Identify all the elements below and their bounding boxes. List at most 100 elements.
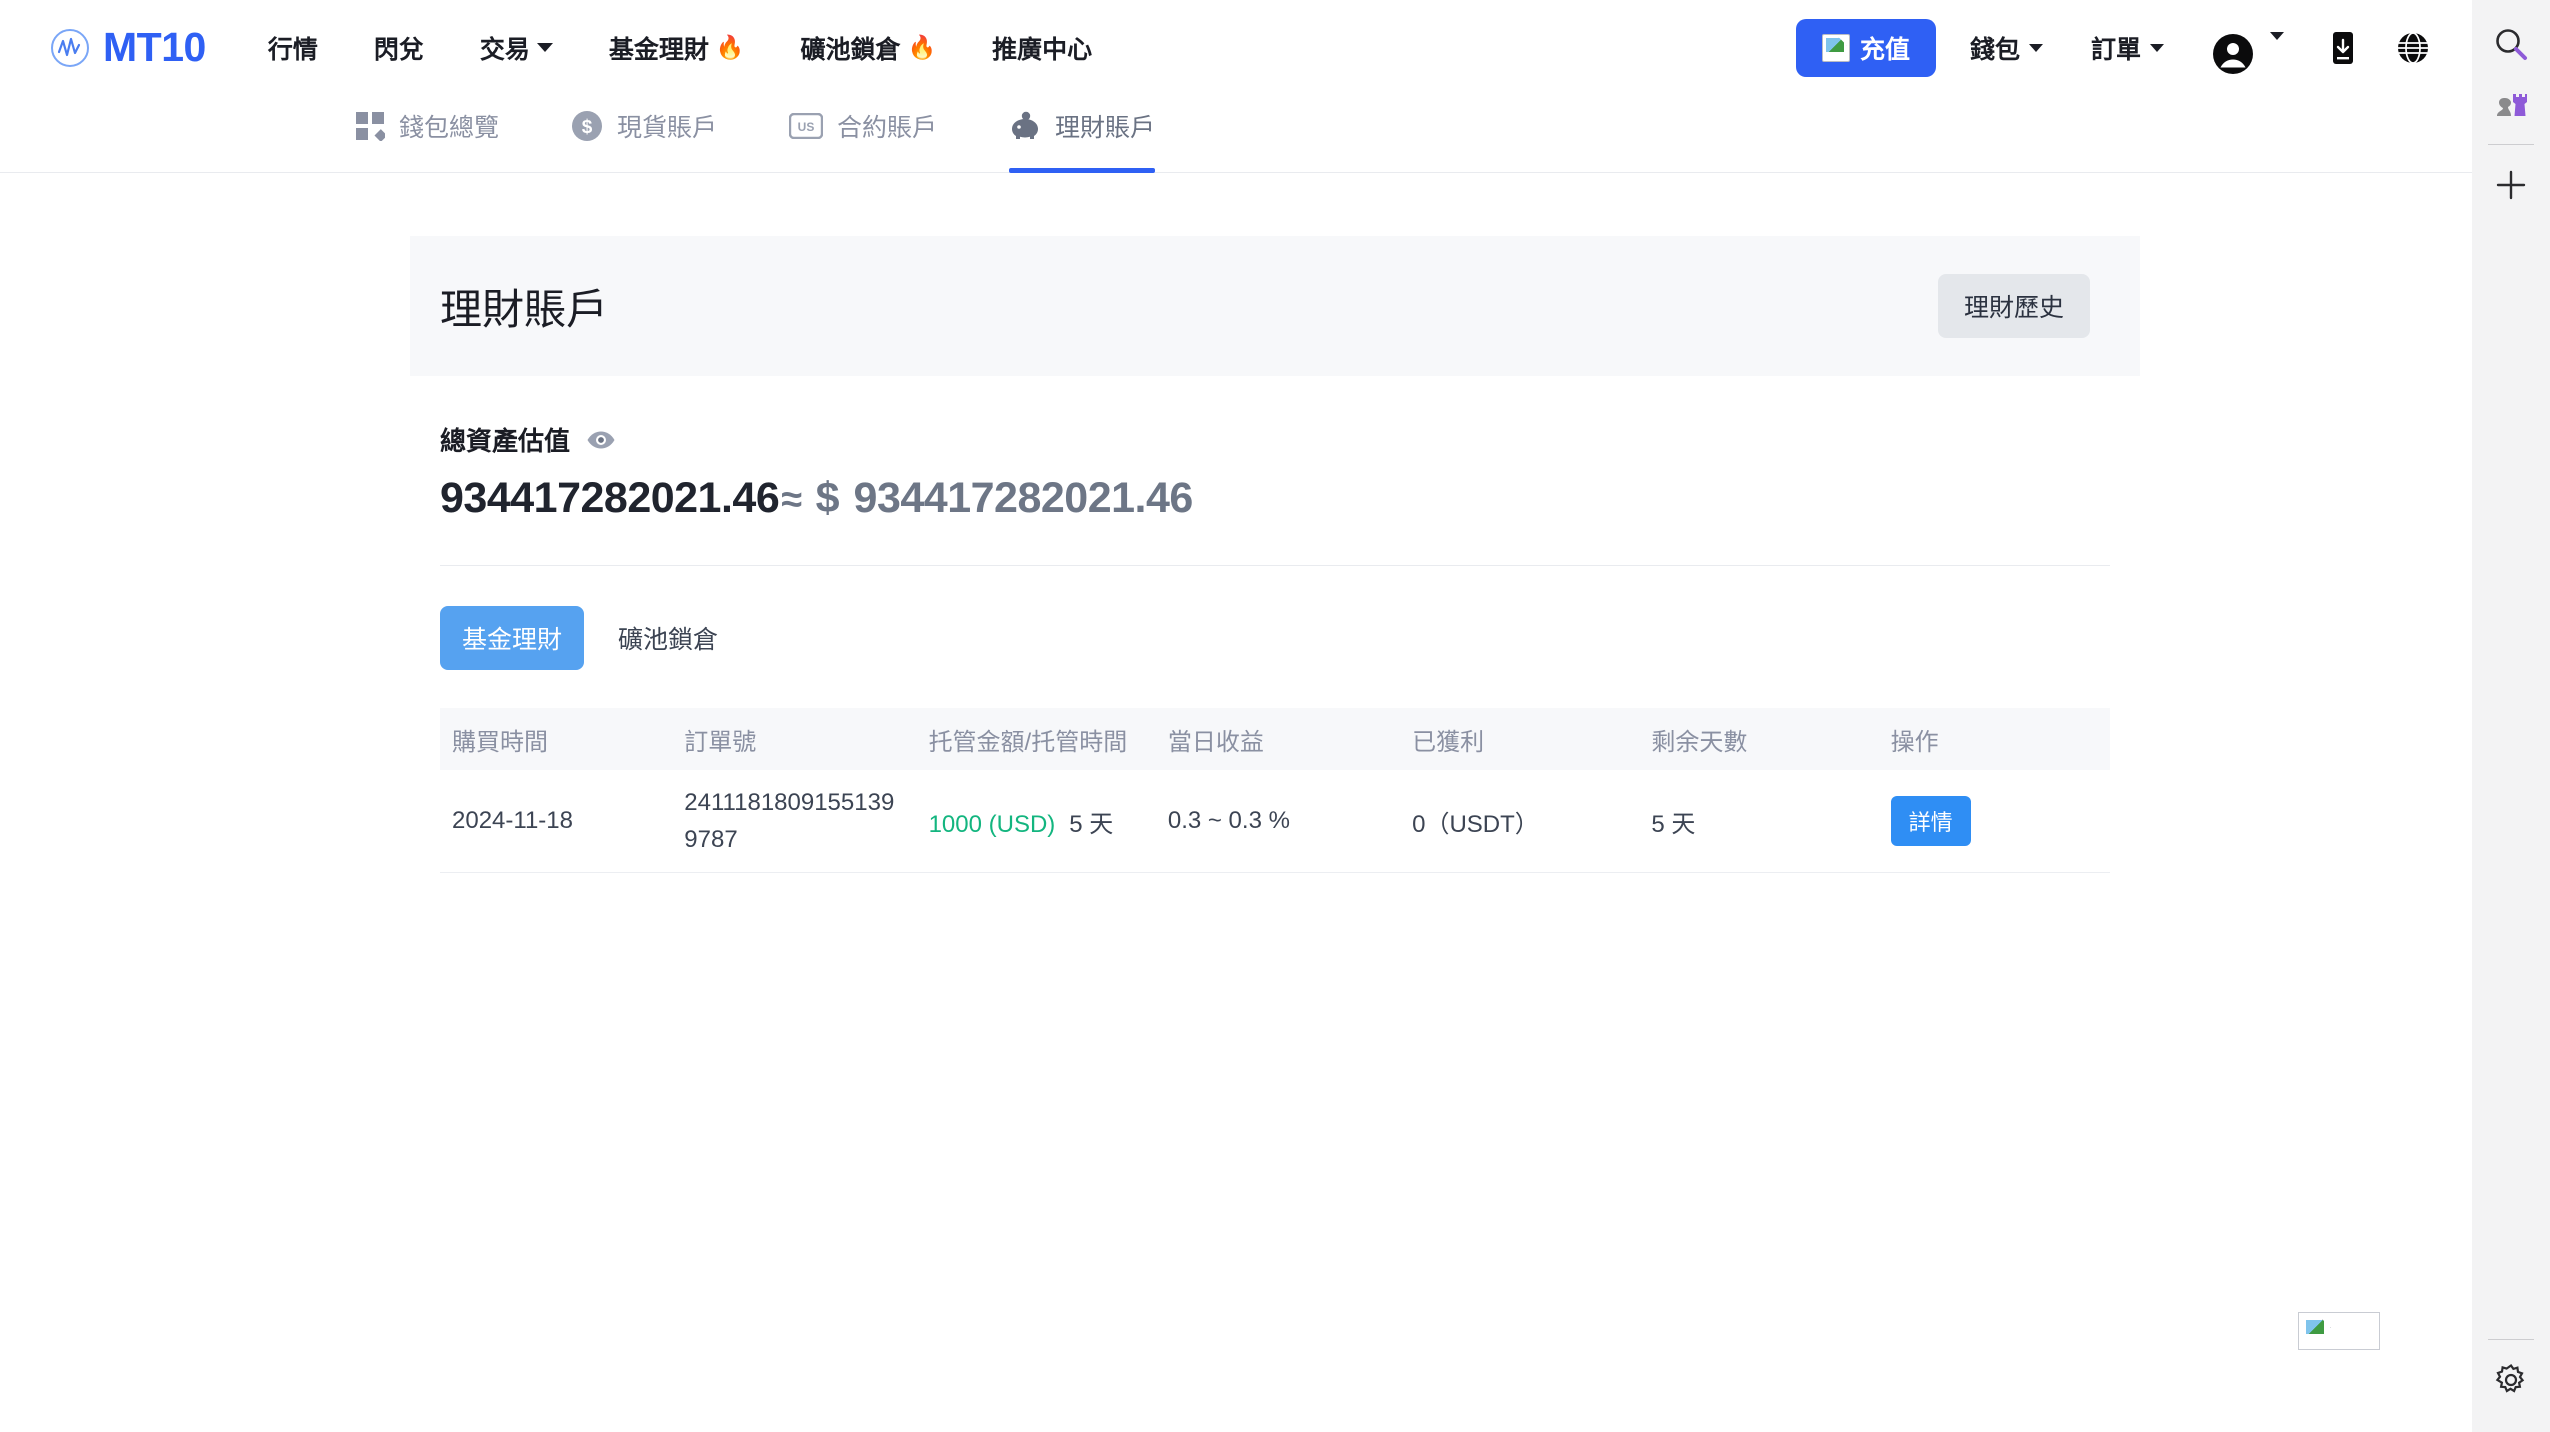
user-avatar-icon (2213, 33, 2253, 74)
tab-label: 現貨賬戶 (617, 114, 718, 142)
chevron-down-icon (2270, 31, 2284, 40)
cell-profit: 0（USDT） (1412, 810, 1539, 838)
nav-item-fund-finance[interactable]: 基金理財 🔥 (609, 30, 745, 66)
subtab-pool-lock[interactable]: 礦池鎖倉 (596, 606, 740, 670)
broken-image-icon (2303, 1317, 2333, 1346)
browser-settings-button[interactable] (2485, 1354, 2537, 1406)
gear-icon (2495, 1363, 2525, 1393)
tab-spot-account[interactable]: $ 現貨賬戶 (571, 95, 717, 173)
orders-menu[interactable]: 訂單 (2091, 30, 2164, 66)
browser-add-button[interactable] (2485, 159, 2537, 211)
column-header-amount-duration: 托管金額/托管時間 (928, 728, 1128, 756)
total-assets-primary-value: 934417282021.46 (440, 474, 780, 522)
tab-label: 理財賬戶 (1055, 114, 1156, 142)
page-title: 理財賬戶 (440, 285, 609, 333)
orders-table: 購買時間 訂單號 托管金額/托管時間 當日收益 已獲利 剩余天數 操作 2024… (440, 708, 2110, 874)
cell-action: 詳情 (1890, 796, 2110, 847)
chevron-down-icon (2150, 43, 2164, 52)
column-header-purchase-time: 購買時間 (452, 728, 548, 756)
order-number-text: 24111818091551399787 (684, 789, 895, 854)
browser-page-viewport: MT10 行情 閃兌 交易 基金理財 🔥 礦池鎖倉 🔥 推廣中心 充值 錢包 訂… (0, 0, 2472, 1432)
nav-item-markets[interactable]: 行情 (268, 30, 318, 66)
chevron-down-icon (2028, 43, 2043, 52)
total-assets-value-row: 934417282021.46 ≈ $ 934417282021.46 (440, 474, 2110, 523)
download-app-button[interactable] (2328, 31, 2358, 65)
nav-item-label: 交易 (479, 35, 530, 64)
nav-item-trade[interactable]: 交易 (480, 30, 553, 66)
brand-logo[interactable]: MT10 (50, 27, 206, 68)
nav-item-label: 礦池鎖倉 (800, 35, 901, 64)
main-content: 理財賬戶 理財歷史 總資產估值 934417282021.46 ≈ $ 9344… (0, 236, 2472, 874)
eye-icon[interactable] (586, 430, 616, 450)
browser-rail-bottom-divider (2488, 1339, 2534, 1340)
tab-wallet-overview[interactable]: 錢包總覽 (355, 95, 499, 173)
detail-button[interactable]: 詳情 (1890, 796, 1971, 847)
tab-label: 錢包總覽 (399, 114, 500, 142)
panel-header: 理財賬戶 理財歷史 (410, 236, 2140, 376)
orders-menu-label: 訂單 (2090, 35, 2141, 64)
tab-finance-account[interactable]: 理財賬戶 (1009, 95, 1156, 173)
wallet-menu-label: 錢包 (1969, 35, 2020, 64)
nav-item-label: 行情 (267, 35, 318, 64)
deposit-button-label: 充值 (1859, 35, 1910, 64)
broken-image-placeholder (2298, 1312, 2380, 1350)
finance-history-button[interactable]: 理財歷史 (1937, 274, 2090, 338)
globe-icon (2398, 31, 2428, 64)
currency-symbol: $ (815, 474, 840, 522)
chevron-down-icon (536, 43, 553, 52)
column-header-daily-yield: 當日收益 (1167, 728, 1264, 756)
wave-logo-icon (51, 28, 89, 67)
browser-search-button[interactable] (2485, 18, 2537, 70)
table-header-row: 購買時間 訂單號 托管金額/托管時間 當日收益 已獲利 剩余天數 操作 (440, 708, 2110, 770)
total-assets-secondary-value: 934417282021.46 (853, 474, 1194, 522)
table-row: 2024-11-18 24111818091551399787 1000 (US… (440, 770, 2110, 874)
fire-icon: 🔥 (715, 34, 745, 60)
column-header-order-no: 訂單號 (684, 728, 757, 756)
total-assets-label: 總資產估值 (440, 426, 571, 456)
piggy-bank-icon (1012, 111, 1039, 139)
download-icon (2333, 31, 2353, 64)
product-subtab-bar: 基金理財 礦池鎖倉 (410, 566, 2140, 670)
cell-purchase-time: 2024-11-18 (452, 807, 573, 835)
svg-text:$: $ (582, 117, 593, 138)
nav-item-label: 推廣中心 (992, 35, 1093, 64)
svg-text:US: US (798, 120, 815, 134)
us-badge-icon: US (789, 113, 824, 139)
broken-image-icon (1821, 33, 1850, 62)
nav-item-label: 基金理財 (608, 35, 709, 64)
cell-days-left: 5 天 (1651, 810, 1696, 838)
deposit-button[interactable]: 充值 (1795, 18, 1936, 77)
brand-name: MT10 (103, 24, 206, 70)
account-menu[interactable] (2212, 19, 2284, 77)
column-header-days-left: 剩余天數 (1651, 728, 1748, 756)
nav-item-label: 閃兌 (373, 35, 424, 64)
custody-duration: 5 天 (1069, 810, 1114, 838)
wallet-menu[interactable]: 錢包 (1970, 30, 2043, 66)
browser-chess-extension-button[interactable] (2485, 76, 2537, 128)
column-header-action: 操作 (1890, 728, 1939, 756)
nav-item-promotion[interactable]: 推廣中心 (992, 30, 1092, 66)
top-navigation-bar: MT10 行情 閃兌 交易 基金理財 🔥 礦池鎖倉 🔥 推廣中心 充值 錢包 訂… (0, 0, 2472, 95)
total-assets-label-row: 總資產估值 (440, 421, 2110, 458)
chess-pieces-icon (2497, 94, 2527, 116)
cell-amount-duration: 1000 (USD) 5 天 (929, 804, 1168, 839)
top-navigation-right-group: 充值 錢包 訂單 (1795, 18, 2472, 77)
browser-rail-divider (2488, 144, 2534, 145)
total-assets-section: 總資產估值 934417282021.46 ≈ $ 934417282021.4… (410, 376, 2140, 523)
finance-account-panel: 理財賬戶 理財歷史 總資產估值 934417282021.46 ≈ $ 9344… (410, 236, 2140, 874)
subtab-fund-finance[interactable]: 基金理財 (440, 606, 585, 670)
column-header-profit: 已獲利 (1412, 728, 1485, 756)
nav-item-pool-lock[interactable]: 礦池鎖倉 🔥 (801, 30, 937, 66)
approx-symbol: ≈ (781, 479, 802, 521)
nav-item-swap[interactable]: 閃兌 (374, 30, 424, 66)
language-selector-button[interactable] (2396, 31, 2430, 65)
plus-icon (2496, 170, 2526, 200)
tab-contract-account[interactable]: US 合約賬戶 (789, 95, 937, 173)
custody-amount: 1000 (USD) (928, 810, 1056, 838)
cell-order-no: 24111818091551399787 (684, 784, 928, 858)
cell-daily-yield: 0.3 ~ 0.3 % (1167, 807, 1290, 835)
dollar-circle-icon: $ (572, 111, 603, 141)
tab-label: 合約賬戶 (837, 114, 938, 142)
account-tab-bar: 錢包總覽 $ 現貨賬戶 US 合約賬戶 理財賬戶 (0, 95, 2472, 173)
fire-icon: 🔥 (907, 34, 937, 60)
